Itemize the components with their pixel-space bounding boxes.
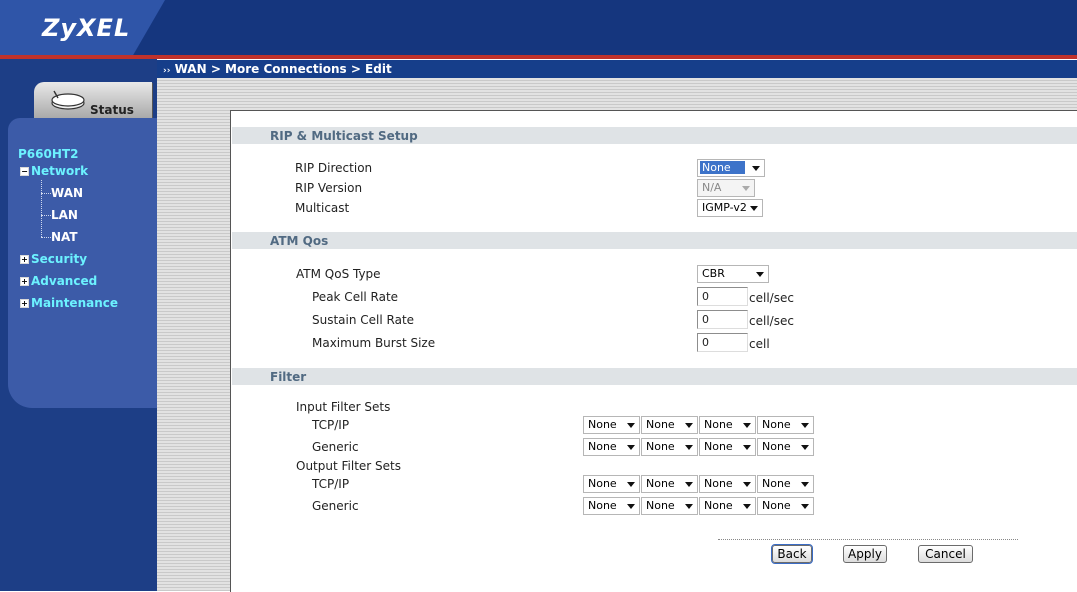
max-burst-size-label: Maximum Burst Size (312, 336, 436, 350)
output-generic-filter-4-select[interactable]: None (757, 497, 814, 515)
banner-accent-line (0, 55, 1077, 59)
dropdown-arrow-icon (627, 445, 635, 450)
atm-qos-type-select[interactable]: CBR (697, 265, 769, 283)
output-filter-sets-label: Output Filter Sets (296, 459, 401, 473)
expand-icon: + (20, 255, 29, 264)
output-tcpip-filter-4-select[interactable]: None (757, 475, 814, 493)
max-burst-size-unit: cell (749, 337, 770, 351)
multicast-label: Multicast (295, 201, 350, 215)
status-label: Status (90, 103, 134, 117)
rip-direction-label: RIP Direction (295, 161, 373, 175)
nav-network[interactable]: − Network (20, 164, 88, 178)
router-icon (50, 90, 86, 115)
top-banner: ZyXEL (0, 0, 1077, 57)
cancel-button[interactable]: Cancel (918, 545, 973, 563)
expand-icon: + (20, 299, 29, 308)
dropdown-arrow-icon (801, 504, 809, 509)
expand-icon: + (20, 277, 29, 286)
rip-version-label: RIP Version (295, 181, 363, 195)
dropdown-arrow-icon (685, 423, 693, 428)
sustain-cell-rate-input[interactable]: 0 (697, 310, 748, 329)
sustain-cell-rate-label: Sustain Cell Rate (312, 313, 415, 327)
multicast-select[interactable]: IGMP-v2 (697, 199, 763, 217)
input-tcpip-filter-4-select[interactable]: None (757, 416, 814, 434)
output-generic-filter-3-select[interactable]: None (699, 497, 756, 515)
dropdown-arrow-icon (801, 445, 809, 450)
nav-security[interactable]: + Security (20, 252, 87, 266)
dropdown-arrow-icon (685, 482, 693, 487)
input-tcpip-label: TCP/IP (312, 418, 350, 432)
breadcrumb-bar: ›› WAN > More Connections > Edit (157, 60, 1077, 78)
section-filter: Filter (232, 368, 1077, 385)
nav-maintenance[interactable]: + Maintenance (20, 296, 118, 310)
output-generic-filter-2-select[interactable]: None (641, 497, 698, 515)
input-generic-filter-4-select[interactable]: None (757, 438, 814, 456)
input-tcpip-filter-3-select[interactable]: None (699, 416, 756, 434)
dropdown-arrow-icon (801, 482, 809, 487)
sustain-cell-rate-unit: cell/sec (749, 314, 794, 328)
device-model: P660HT2 (18, 147, 79, 161)
dropdown-arrow-icon (743, 423, 751, 428)
dropdown-arrow-icon (752, 166, 760, 171)
rip-direction-select[interactable]: None (697, 159, 765, 177)
input-generic-label: Generic (312, 440, 359, 454)
dropdown-arrow-icon (685, 504, 693, 509)
nav-nat[interactable]: NAT (51, 230, 78, 244)
input-tcpip-filter-1-select[interactable]: None (583, 416, 640, 434)
dropdown-arrow-icon (627, 504, 635, 509)
button-divider (718, 539, 1018, 540)
dropdown-arrow-icon (743, 482, 751, 487)
section-rip-multicast: RIP & Multicast Setup (232, 127, 1077, 144)
breadcrumb: ›› WAN > More Connections > Edit (163, 62, 392, 76)
section-title: ATM Qos (270, 234, 329, 248)
tree-branch (41, 237, 51, 238)
peak-cell-rate-unit: cell/sec (749, 291, 794, 305)
dropdown-arrow-icon (743, 504, 751, 509)
output-generic-label: Generic (312, 499, 359, 513)
zyxel-logo: ZyXEL (42, 14, 131, 42)
input-tcpip-filter-2-select[interactable]: None (641, 416, 698, 434)
input-generic-filter-3-select[interactable]: None (699, 438, 756, 456)
output-tcpip-filter-2-select[interactable]: None (641, 475, 698, 493)
nav-lan[interactable]: LAN (51, 208, 78, 222)
dropdown-arrow-icon (627, 482, 635, 487)
collapse-icon: − (20, 167, 29, 176)
input-generic-filter-1-select[interactable]: None (583, 438, 640, 456)
peak-cell-rate-label: Peak Cell Rate (312, 290, 399, 304)
output-generic-filter-1-select[interactable]: None (583, 497, 640, 515)
tree-branch (41, 215, 51, 216)
nav-wan[interactable]: WAN (51, 186, 83, 200)
nav-advanced[interactable]: + Advanced (20, 274, 97, 288)
section-title: Filter (270, 370, 307, 384)
breadcrumb-arrow-icon: ›› (163, 66, 171, 76)
tree-line (41, 180, 42, 237)
output-tcpip-filter-3-select[interactable]: None (699, 475, 756, 493)
dropdown-arrow-icon (801, 423, 809, 428)
output-tcpip-filter-1-select[interactable]: None (583, 475, 640, 493)
selected-value: None (700, 161, 745, 174)
atm-qos-type-label: ATM QoS Type (296, 267, 381, 281)
peak-cell-rate-input[interactable]: 0 (697, 287, 748, 306)
tree-branch (41, 193, 51, 194)
output-tcpip-label: TCP/IP (312, 477, 350, 491)
dropdown-arrow-icon (742, 186, 750, 191)
dropdown-arrow-icon (756, 272, 764, 277)
input-generic-filter-2-select[interactable]: None (641, 438, 698, 456)
dropdown-arrow-icon (743, 445, 751, 450)
dropdown-arrow-icon (750, 206, 758, 211)
section-atm-qos: ATM Qos (232, 232, 1077, 249)
back-button[interactable]: Back (771, 544, 813, 564)
rip-version-select[interactable]: N/A (697, 179, 755, 197)
dropdown-arrow-icon (627, 423, 635, 428)
apply-button[interactable]: Apply (843, 545, 887, 563)
max-burst-size-input[interactable]: 0 (697, 333, 748, 352)
input-filter-sets-label: Input Filter Sets (296, 400, 391, 414)
section-title: RIP & Multicast Setup (270, 129, 418, 143)
dropdown-arrow-icon (685, 445, 693, 450)
